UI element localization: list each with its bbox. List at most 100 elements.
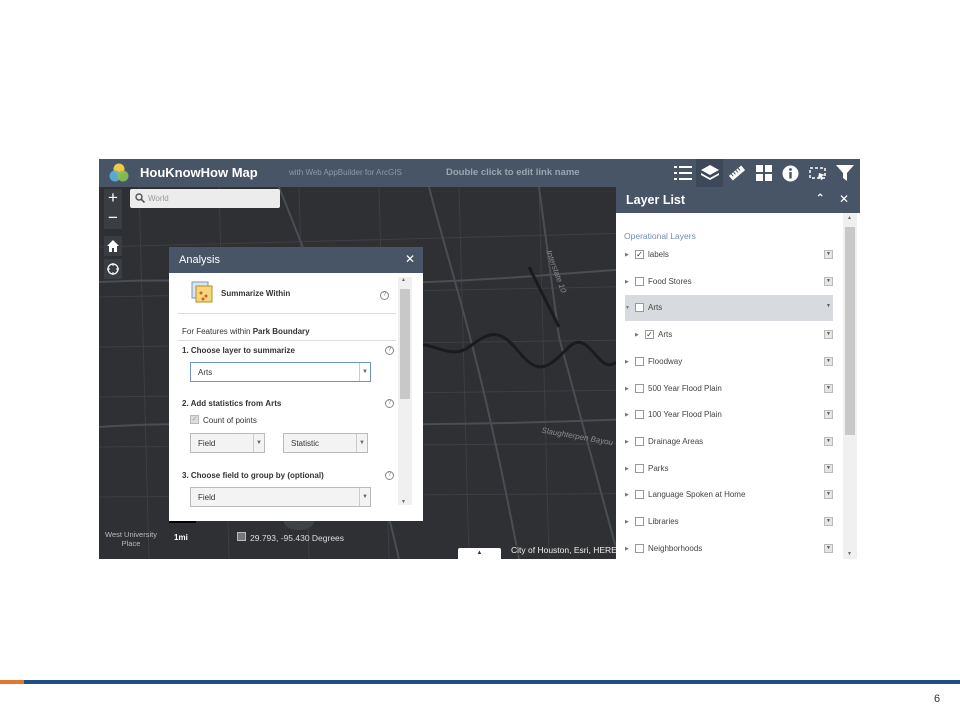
expand-arrow-icon[interactable]: ▶ (635, 332, 639, 338)
scroll-down-icon[interactable]: ▼ (401, 499, 406, 505)
chevron-down-icon: ▼ (356, 434, 367, 452)
analysis-scrollbar[interactable]: ▲ ▼ (398, 277, 412, 505)
layer-row[interactable]: ▶ ✓ labels ▼ (625, 242, 833, 268)
layer-row[interactable]: ▶ Food Stores ▼ (625, 269, 833, 295)
link-name[interactable]: Double click to edit link name (446, 167, 580, 178)
layer-row[interactable]: ▼ Arts ▼ (625, 295, 833, 322)
scroll-thumb[interactable] (400, 289, 410, 399)
layer-checkbox[interactable] (635, 303, 644, 313)
layer-label: 500 Year Flood Plain (648, 383, 722, 393)
layer-checkbox[interactable] (635, 383, 644, 393)
search-icon[interactable] (135, 193, 145, 203)
scroll-thumb[interactable] (845, 227, 855, 435)
layer-label: 100 Year Flood Plain (648, 410, 722, 420)
help-icon[interactable]: ? (385, 399, 394, 408)
layer-checkbox[interactable] (635, 490, 644, 500)
features-layer: Park Boundary (252, 327, 310, 336)
layer-menu-icon[interactable]: ▼ (824, 250, 833, 259)
expand-arrow-icon[interactable]: ▶ (625, 466, 629, 472)
layer-checkbox[interactable] (635, 463, 644, 473)
scroll-down-icon[interactable]: ▼ (847, 551, 852, 557)
select-icon[interactable] (804, 159, 831, 187)
help-icon[interactable]: ? (385, 346, 394, 355)
layer-row[interactable]: ▶ Language Spoken at Home ▼ (625, 482, 833, 508)
help-icon[interactable]: ? (380, 291, 389, 300)
footer-accent (0, 680, 24, 684)
layer-menu-icon[interactable]: ▼ (824, 383, 833, 393)
expand-arrow-icon[interactable]: ▶ (625, 359, 629, 365)
step3-label: 3. Choose field to group by (optional) (182, 471, 324, 480)
layer-menu-icon[interactable]: ▼ (824, 436, 833, 446)
collapse-icon[interactable]: ⌃ (816, 193, 824, 204)
layer-menu-icon[interactable]: ▼ (824, 517, 833, 526)
features-within-text: For Features within Park Boundary (182, 327, 310, 336)
layer-row[interactable]: ▶ Parks ▼ (625, 456, 833, 482)
count-points-label: Count of points (203, 416, 257, 425)
layer-menu-icon[interactable]: ▼ (824, 330, 833, 340)
layers-icon[interactable] (696, 159, 723, 187)
layer-row[interactable]: ▶ Floodway ▼ (625, 349, 833, 375)
expand-arrow-icon[interactable]: ▶ (625, 252, 629, 258)
expand-arrow-icon[interactable]: ▶ (625, 386, 629, 392)
layer-row[interactable]: ▶ Libraries ▼ (625, 509, 833, 535)
zoom-out-button[interactable]: − (104, 209, 122, 229)
layer-list-scrollbar[interactable]: ▲ ▼ (843, 213, 857, 559)
expand-arrow-icon[interactable]: ▼ (625, 305, 630, 311)
layer-menu-icon[interactable]: ▼ (824, 276, 833, 286)
layer-label: Libraries (648, 517, 679, 526)
list-icon[interactable] (669, 159, 696, 187)
zoom-in-button[interactable]: + (104, 189, 122, 209)
layer-checkbox[interactable] (635, 517, 644, 526)
group-by-dropdown-value: Field (198, 493, 216, 502)
help-icon[interactable]: ? (385, 471, 394, 480)
layer-checkbox[interactable] (635, 276, 644, 286)
coordinate-icon[interactable] (237, 532, 246, 541)
group-by-dropdown[interactable]: Field ▼ (190, 487, 371, 507)
app-header: HouKnowHow Map with Web AppBuilder for A… (99, 159, 860, 187)
step2-prefix: 2. Add statistics from (182, 399, 264, 408)
layer-menu-icon[interactable]: ▼ (824, 410, 833, 420)
expand-arrow-icon[interactable]: ▶ (625, 546, 629, 552)
locate-button[interactable] (104, 259, 122, 279)
info-icon[interactable] (777, 159, 804, 187)
expand-arrow-icon[interactable]: ▶ (625, 439, 629, 445)
layer-checkbox[interactable] (635, 436, 644, 446)
layer-dropdown[interactable]: Arts ▼ (190, 362, 371, 382)
layer-row[interactable]: ▶ Drainage Areas ▼ (625, 429, 833, 455)
filter-icon[interactable] (831, 159, 858, 187)
expand-arrow-icon[interactable]: ▶ (625, 519, 629, 525)
count-points-checkbox[interactable]: ✓ (190, 415, 199, 424)
layer-menu-icon[interactable]: ▼ (824, 356, 833, 366)
home-button[interactable] (104, 236, 122, 256)
layer-row[interactable]: ▶ 100 Year Flood Plain ▼ (625, 402, 833, 428)
layer-label: Drainage Areas (648, 436, 704, 446)
measure-icon[interactable] (723, 159, 750, 187)
layer-checkbox[interactable]: ✓ (635, 250, 644, 259)
layer-menu-icon[interactable]: ▼ (824, 303, 833, 312)
layer-checkbox[interactable] (635, 356, 644, 366)
layer-menu-icon[interactable]: ▼ (824, 490, 833, 500)
layer-checkbox[interactable] (635, 410, 644, 420)
layer-row[interactable]: ▶ 500 Year Flood Plain ▼ (625, 376, 833, 402)
layer-checkbox[interactable] (635, 543, 644, 553)
close-icon[interactable]: ✕ (839, 192, 849, 206)
map-view[interactable]: Interstate 10 Slaughterpen Bayou + − Wes… (99, 187, 860, 559)
scroll-up-icon[interactable]: ▲ (401, 277, 406, 283)
search-input[interactable] (148, 191, 273, 206)
field-dropdown[interactable]: Field ▼ (190, 433, 265, 453)
close-icon[interactable]: ✕ (405, 252, 415, 266)
map-attribution: City of Houston, Esri, HERE (509, 545, 619, 555)
expand-arrow-icon[interactable]: ▶ (625, 412, 629, 418)
grid-icon[interactable] (750, 159, 777, 187)
expand-arrow-icon[interactable]: ▶ (625, 492, 629, 498)
bottom-panel-toggle[interactable]: ▲ (458, 548, 501, 559)
expand-arrow-icon[interactable]: ▶ (625, 279, 629, 285)
analysis-body: Summarize Within ? For Features within P… (169, 273, 423, 521)
layer-checkbox[interactable]: ✓ (645, 330, 654, 340)
scroll-up-icon[interactable]: ▲ (847, 215, 852, 221)
layer-menu-icon[interactable]: ▼ (824, 543, 833, 553)
layer-menu-icon[interactable]: ▼ (824, 463, 833, 473)
statistic-dropdown[interactable]: Statistic ▼ (283, 433, 368, 453)
layer-row[interactable]: ▶ Neighborhoods ▼ (625, 536, 833, 559)
layer-row[interactable]: ▶ ✓ Arts ▼ (625, 322, 833, 348)
